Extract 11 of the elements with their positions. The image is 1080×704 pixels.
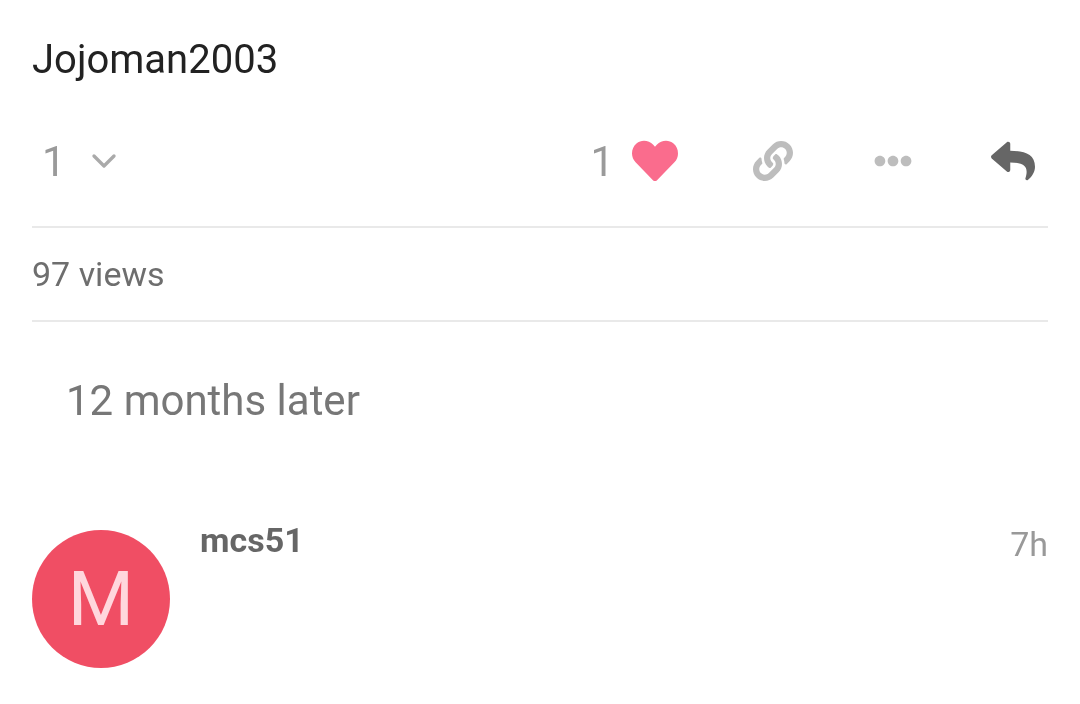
replies-toggle[interactable]: 1 bbox=[32, 128, 134, 194]
post-author[interactable]: Jojoman2003 bbox=[32, 28, 1048, 92]
avatar[interactable]: M bbox=[32, 530, 170, 668]
time-gap-label: 12 months later bbox=[65, 375, 361, 427]
link-icon bbox=[753, 141, 793, 181]
post-time: 7h bbox=[1010, 524, 1048, 564]
reply-icon bbox=[991, 139, 1035, 183]
post-author[interactable]: mcs51 bbox=[200, 520, 304, 560]
like-button[interactable]: 1 bbox=[580, 128, 688, 194]
heart-icon bbox=[632, 138, 678, 184]
view-count: 97 views bbox=[32, 228, 1048, 322]
